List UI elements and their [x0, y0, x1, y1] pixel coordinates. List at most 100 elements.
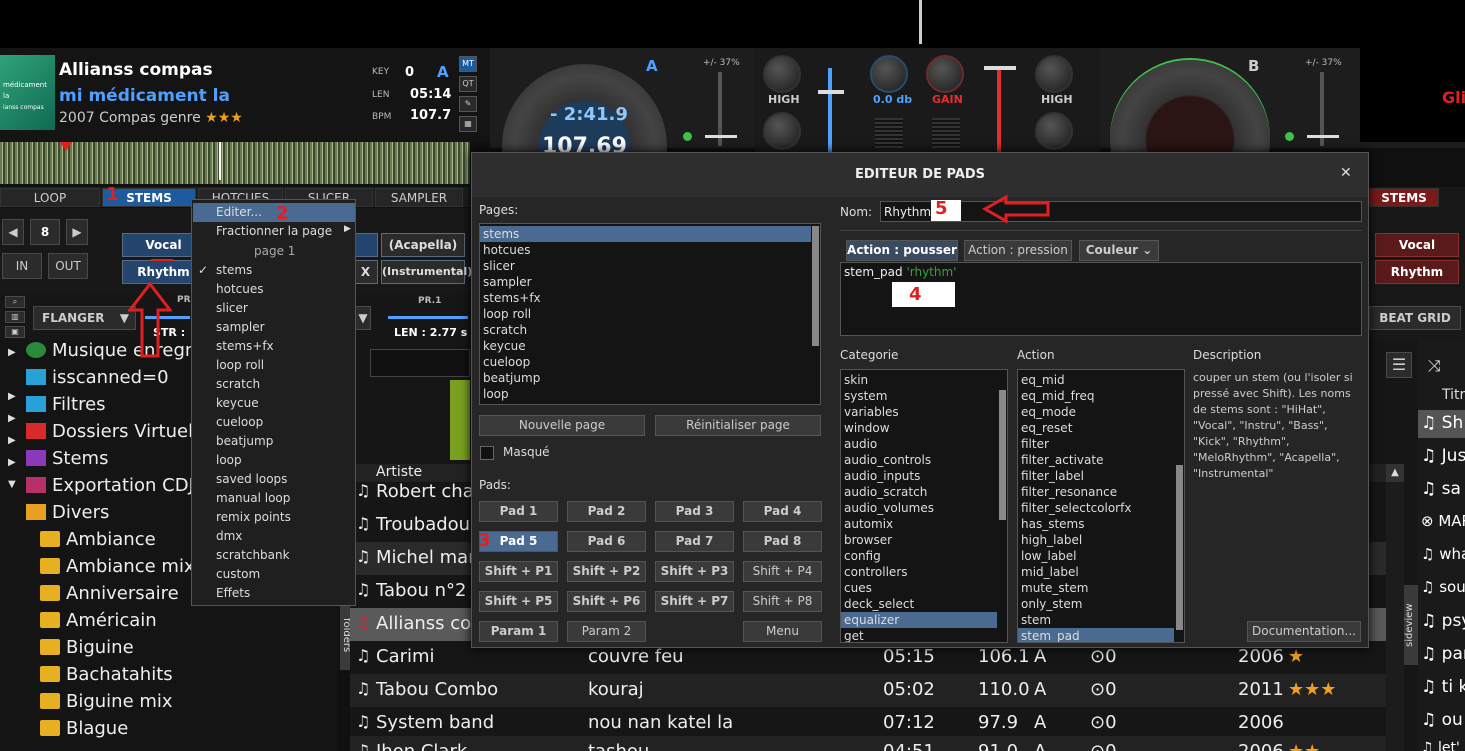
shuffle-icon[interactable]: ⤨	[1428, 356, 1441, 376]
side-list-item[interactable]: ♫ ti k	[1421, 677, 1465, 697]
documentation-button[interactable]: Documentation...	[1247, 621, 1361, 642]
shift-p4-button[interactable]: Shift + P4	[743, 561, 822, 582]
table-row[interactable]: ♫Jhon Clarktashou04:5191.0A⊙02006★★	[350, 736, 1386, 751]
shift-p2-button[interactable]: Shift + P2	[567, 561, 646, 582]
shift-p5-button[interactable]: Shift + P5	[479, 591, 558, 612]
new-page-button[interactable]: Nouvelle page	[479, 415, 645, 436]
loop-half-button[interactable]: ◀	[2, 219, 24, 245]
deck-b-pitch-handle[interactable]	[1307, 135, 1339, 138]
action-item[interactable]: mid_label	[1021, 565, 1079, 579]
side-list-item[interactable]: ♫ souk	[1421, 578, 1465, 596]
pad-4-button[interactable]: Pad 4	[743, 501, 822, 522]
menu-item-sampler[interactable]: sampler	[216, 320, 265, 334]
mt-button[interactable]: MT	[459, 56, 477, 72]
category-item[interactable]: audio	[844, 437, 877, 451]
loop-size[interactable]: 8	[30, 219, 60, 245]
param-2-button[interactable]: Param 2	[567, 621, 646, 642]
menu-item-scratch[interactable]: scratch	[216, 377, 260, 391]
deck-b-vocal-pad[interactable]: Vocal	[1375, 233, 1459, 257]
eq-mid-right-knob[interactable]	[1035, 112, 1073, 150]
qt-button[interactable]: QT	[459, 76, 477, 92]
volume-b-handle[interactable]	[984, 66, 1016, 70]
menu-item-remix-points[interactable]: remix points	[216, 510, 291, 524]
action-item[interactable]: low_label	[1021, 549, 1077, 563]
category-list[interactable]: skin system variables window audio audio…	[840, 369, 1008, 643]
menu-item-effets[interactable]: Effets	[216, 586, 250, 600]
color-dropdown[interactable]: Couleur ⌄	[1079, 240, 1159, 261]
shift-p1-button[interactable]: Shift + P1	[479, 561, 558, 582]
menu-item-beatjump[interactable]: beatjump	[216, 434, 273, 448]
category-scrollbar[interactable]	[999, 390, 1006, 520]
fx-grid-icon[interactable]: ▥	[5, 311, 25, 323]
page-item-stems[interactable]: stems	[483, 227, 519, 241]
eq-high-left-knob[interactable]	[763, 55, 801, 93]
category-item[interactable]: audio_controls	[844, 453, 931, 467]
menu-item-scratchbank[interactable]: scratchbank	[216, 548, 290, 562]
page-item-scratch[interactable]: scratch	[483, 323, 527, 337]
side-list-item[interactable]: ♫ Sh	[1421, 413, 1463, 433]
page-item-slicer[interactable]: slicer	[483, 259, 515, 273]
menu-item-stems-fx[interactable]: stems+fx	[216, 339, 274, 353]
eq-high-right-knob[interactable]	[1035, 55, 1073, 93]
page-item-loop[interactable]: loop	[483, 387, 509, 401]
action-item-selected[interactable]: stem_pad	[1021, 629, 1080, 642]
reset-page-button[interactable]: Réinitialiser page	[655, 415, 821, 436]
menu-item-stems[interactable]: stems	[216, 263, 252, 277]
tree-folder-ambiance[interactable]: Ambiance	[40, 529, 156, 550]
side-list-item[interactable]: ♫ wha	[1421, 545, 1465, 563]
menu-item-slicer[interactable]: slicer	[216, 301, 248, 315]
action-item[interactable]: high_label	[1021, 533, 1082, 547]
category-item[interactable]: get	[844, 629, 864, 642]
tree-item-dossiers-virtuel[interactable]: Dossiers Virtuel	[26, 421, 193, 442]
category-item[interactable]: audio_inputs	[844, 469, 920, 483]
side-list-item[interactable]: ⊗ MAR	[1421, 512, 1465, 530]
expand-arrows[interactable]: ▶ ▶ ▶ ▶ ▶ ▼	[8, 347, 16, 490]
effect-select-2-chevron[interactable]: ▼	[355, 306, 371, 330]
tree-folder-biguine[interactable]: Biguine	[40, 637, 134, 658]
volume-a-handle[interactable]	[818, 90, 844, 94]
grid-icon[interactable]: ▦	[459, 116, 477, 132]
category-item[interactable]: audio_volumes	[844, 501, 934, 515]
menu-button[interactable]: Menu	[743, 621, 822, 642]
action-list[interactable]: eq_mid eq_mid_freq eq_mode eq_reset filt…	[1017, 369, 1185, 643]
side-list-item[interactable]: ♫ ou	[1421, 710, 1463, 730]
tree-folder-biguine-mix[interactable]: Biguine mix	[40, 691, 173, 712]
search-input[interactable]	[370, 349, 470, 377]
action-item[interactable]: filter_activate	[1021, 453, 1103, 467]
menu-item-fractionner[interactable]: Fractionner la page	[216, 224, 332, 238]
side-list-item[interactable]: ♫ Jus	[1421, 446, 1465, 466]
menu-item-dmx[interactable]: dmx	[216, 529, 242, 543]
loop-double-button[interactable]: ▶	[66, 219, 88, 245]
tree-folder-ambiance-mix[interactable]: Ambiance mix	[40, 556, 195, 577]
menu-item-editer[interactable]: Editer...	[216, 205, 262, 219]
pad-5-button-selected[interactable]: Pad 5	[479, 531, 558, 552]
pages-scrollbar[interactable]	[812, 226, 819, 346]
fx-save-icon[interactable]: ▣	[5, 326, 25, 338]
page-item-hotcues[interactable]: hotcues	[483, 243, 531, 257]
menu-item-loop-roll[interactable]: loop roll	[216, 358, 264, 372]
action-item[interactable]: eq_reset	[1021, 421, 1072, 435]
loop-out-button[interactable]: OUT	[48, 253, 88, 279]
deck-b-rhythm-pad[interactable]: Rhythm	[1375, 260, 1459, 284]
page-item-beatjump[interactable]: beatjump	[483, 371, 540, 385]
page-item-loop-roll[interactable]: loop roll	[483, 307, 531, 321]
side-list-item[interactable]: ♫ par	[1421, 644, 1465, 664]
action-item[interactable]: eq_mode	[1021, 405, 1076, 419]
tree-item-stems[interactable]: Stems	[26, 448, 108, 469]
tree-item-divers[interactable]: Divers	[26, 502, 109, 523]
page-item-stems-fx[interactable]: stems+fx	[483, 291, 541, 305]
deck-b-tab-stems[interactable]: STEMS	[1369, 188, 1439, 207]
tree-item-export-cdj[interactable]: Exportation CDJ	[26, 475, 194, 496]
beat-grid-button[interactable]: BEAT GRID	[1369, 306, 1461, 330]
action-item[interactable]: mute_stem	[1021, 581, 1088, 595]
category-item[interactable]: cues	[844, 581, 872, 595]
fx-icon[interactable]: ⌕	[5, 296, 25, 308]
pad-partial[interactable]	[353, 233, 378, 257]
tree-folder-bachatahits[interactable]: Bachatahits	[40, 664, 173, 685]
list-scrollbar[interactable]	[1386, 482, 1404, 751]
page-item-cueloop[interactable]: cueloop	[483, 355, 530, 369]
tree-item-isscanned[interactable]: isscanned=0	[26, 367, 169, 388]
tab-action-push[interactable]: Action : pousser	[846, 240, 958, 261]
category-item[interactable]: browser	[844, 533, 892, 547]
menu-item-custom[interactable]: custom	[216, 567, 260, 581]
